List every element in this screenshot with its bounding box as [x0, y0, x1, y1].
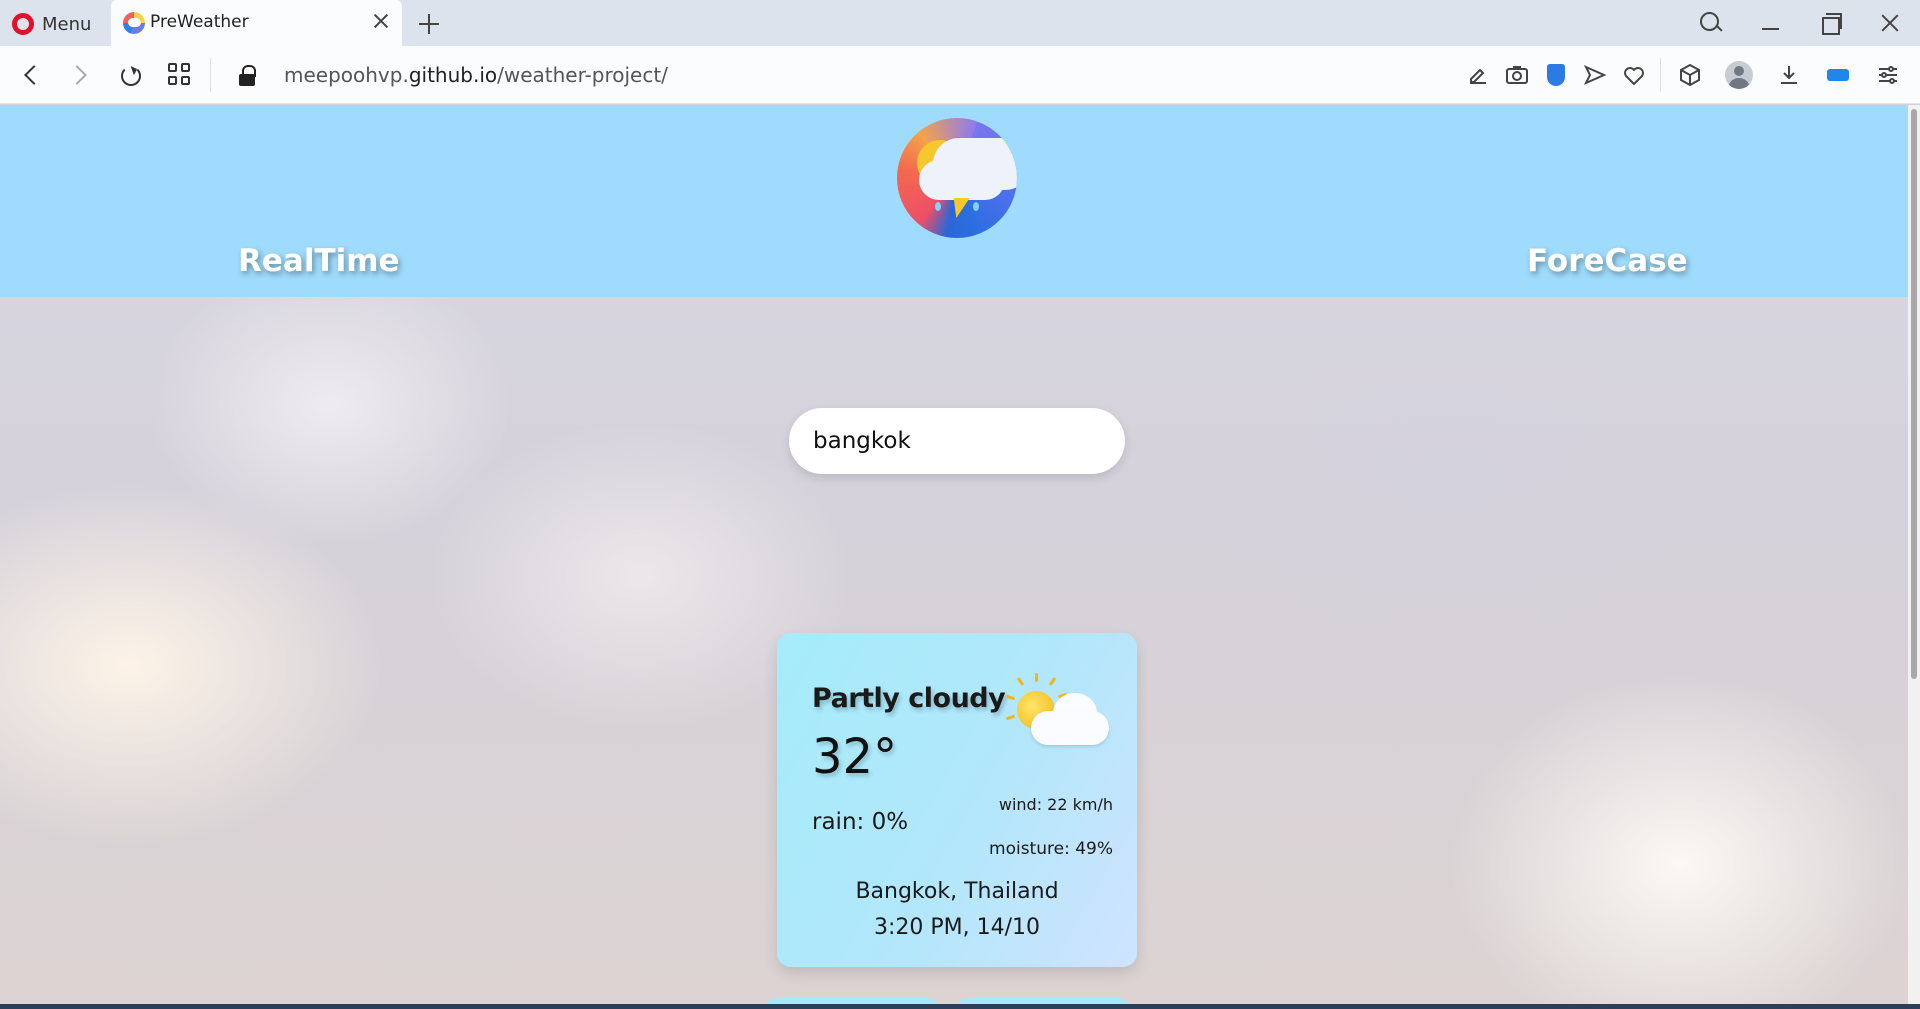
- page-scrollbar[interactable]: [1908, 105, 1920, 1004]
- local-datetime: 3:20 PM, 14/10: [873, 915, 1041, 940]
- download-icon[interactable]: [1775, 61, 1803, 89]
- window-restore-icon[interactable]: [1813, 8, 1847, 38]
- profile-avatar-icon[interactable]: [1725, 61, 1753, 89]
- lock-icon[interactable]: [238, 65, 256, 87]
- reload-icon[interactable]: [114, 59, 146, 91]
- toolbar-separator: [1660, 58, 1661, 92]
- nav-forecase-link[interactable]: ForeCase: [1527, 243, 1688, 279]
- site-header: RealTime ForeCase: [0, 105, 1908, 297]
- city-search-input[interactable]: [789, 408, 1125, 474]
- toolbar-divider: [210, 58, 211, 92]
- temperature-value: 32°: [812, 729, 898, 785]
- url-prefix: meepoohvp.: [284, 63, 409, 87]
- browser-tab-active[interactable]: PreWeather: [111, 0, 402, 46]
- weather-page: RealTime ForeCase Partly cloudy 32° rain…: [0, 105, 1908, 1004]
- new-tab-plus-icon[interactable]: [415, 10, 443, 38]
- nav-realtime-link[interactable]: RealTime: [238, 243, 400, 279]
- opera-menu-button[interactable]: Menu: [12, 10, 91, 38]
- back-arrow-icon[interactable]: [16, 59, 48, 91]
- url-host: github.io: [408, 63, 498, 87]
- url-path: /weather-project/: [497, 63, 668, 87]
- browser-toolbar: meepoohvp.github.io/weather-project/: [0, 46, 1920, 104]
- window-close-icon[interactable]: [1873, 8, 1907, 38]
- window-minimize-icon[interactable]: [1753, 8, 1787, 38]
- forward-arrow-icon[interactable]: [64, 59, 96, 91]
- menu-label: Menu: [42, 13, 92, 35]
- weather-favicon-icon: [123, 12, 145, 34]
- send-icon[interactable]: [1581, 61, 1609, 89]
- opera-logo-icon: [12, 13, 34, 35]
- weather-condition: Partly cloudy: [812, 683, 1006, 714]
- camera-icon[interactable]: [1503, 61, 1531, 89]
- edit-snapshot-icon[interactable]: [1464, 61, 1492, 89]
- scrollbar-thumb[interactable]: [1911, 109, 1917, 679]
- partly-cloudy-icon: [1005, 671, 1117, 753]
- moisture-value: moisture: 49%: [989, 839, 1113, 859]
- tab-close-icon[interactable]: [370, 9, 392, 35]
- taskbar-edge: [0, 1004, 1920, 1009]
- vpn-shield-icon[interactable]: [1542, 61, 1570, 89]
- rain-chance: rain: 0%: [812, 809, 909, 835]
- battery-saver-icon[interactable]: [1824, 61, 1852, 89]
- prewether-logo-icon[interactable]: [897, 118, 1017, 238]
- location-name: Bangkok, Thailand: [855, 879, 1059, 904]
- wind-speed: wind: 22 km/h: [998, 795, 1113, 814]
- easy-setup-icon[interactable]: [1874, 61, 1902, 89]
- current-weather-card: Partly cloudy 32° rain: 0% wind: 22 km/h…: [777, 633, 1137, 967]
- extensions-cube-icon[interactable]: [1676, 61, 1704, 89]
- browser-tab-bar: Menu PreWeather: [0, 0, 1920, 46]
- speed-dial-grid-icon[interactable]: [164, 59, 196, 91]
- heart-icon[interactable]: [1620, 61, 1648, 89]
- tab-search-icon[interactable]: [1694, 8, 1728, 38]
- address-bar[interactable]: meepoohvp.github.io/weather-project/: [284, 63, 668, 87]
- tab-title: PreWeather: [150, 12, 249, 32]
